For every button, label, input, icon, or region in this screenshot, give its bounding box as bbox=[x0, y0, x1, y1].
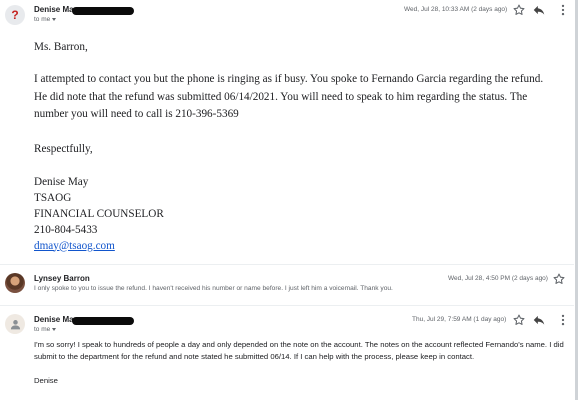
star-icon[interactable] bbox=[552, 272, 566, 286]
redacted-email-bar bbox=[72, 317, 134, 325]
message-3: Denise May to me Thu, Jul 29, 7:59 AM (1… bbox=[0, 306, 574, 400]
message-2-collapsed[interactable]: Lynsey Barron Wed, Jul 28, 4:50 PM (2 da… bbox=[0, 265, 574, 305]
redacted-email-bar bbox=[72, 7, 134, 15]
signature-email-link[interactable]: dmay@tsaog.com bbox=[34, 240, 115, 252]
caret-down-icon bbox=[52, 327, 57, 331]
recipient-label: to me bbox=[34, 326, 51, 333]
sender-avatar-photo[interactable] bbox=[5, 273, 25, 293]
caret-down-icon bbox=[52, 17, 57, 21]
closing: Respectfully, bbox=[34, 142, 93, 155]
reply-icon[interactable] bbox=[532, 3, 546, 17]
person-icon bbox=[10, 319, 20, 329]
star-icon[interactable] bbox=[512, 3, 526, 17]
more-vert-icon[interactable] bbox=[556, 313, 570, 327]
message-body: I'm so sorry! I speak to hundreds of peo… bbox=[34, 339, 569, 387]
greeting: Ms. Barron, bbox=[34, 41, 88, 53]
star-icon[interactable] bbox=[512, 313, 526, 327]
recipient-toggle[interactable]: to me bbox=[34, 326, 57, 333]
signature-name: Denise May bbox=[34, 175, 89, 188]
signature-org: TSAOG bbox=[34, 191, 72, 204]
avatar-question-mark: ? bbox=[11, 8, 19, 22]
message-snippet: I only spoke to you to issue the refund.… bbox=[34, 285, 393, 292]
reply-icon[interactable] bbox=[532, 313, 546, 327]
sender-name[interactable]: Lynsey Barron bbox=[34, 274, 90, 283]
signature-phone: 210-804-5433 bbox=[34, 223, 98, 236]
message-date: Wed, Jul 28, 10:33 AM (2 days ago) bbox=[404, 6, 508, 13]
message-body: Ms. Barron, I attempted to contact you b… bbox=[34, 40, 554, 254]
sender-avatar-default[interactable] bbox=[5, 314, 25, 334]
message-date: Wed, Jul 28, 4:50 PM (2 days ago) bbox=[448, 275, 548, 282]
signature-name: Denise bbox=[34, 376, 58, 385]
message-1: ? Denise May to me Wed, Jul 28, 10:33 AM… bbox=[0, 0, 574, 265]
recipient-label: to me bbox=[34, 16, 51, 23]
more-vert-icon[interactable] bbox=[556, 3, 570, 17]
sender-avatar-unknown[interactable]: ? bbox=[5, 5, 25, 25]
recipient-toggle[interactable]: to me bbox=[34, 16, 57, 23]
signature-title: FINANCIAL COUNSELOR bbox=[34, 207, 164, 220]
message-date: Thu, Jul 29, 7:59 AM (1 day ago) bbox=[412, 316, 507, 323]
body-paragraph: I attempted to contact you but the phone… bbox=[34, 73, 544, 120]
body-paragraph: I'm so sorry! I speak to hundreds of peo… bbox=[34, 340, 564, 361]
